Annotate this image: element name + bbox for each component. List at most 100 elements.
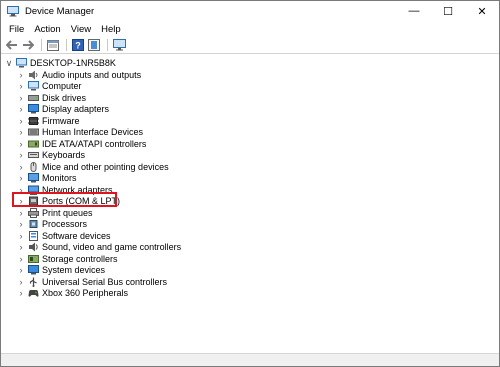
sound-icon bbox=[28, 242, 39, 252]
status-bar bbox=[1, 353, 499, 366]
tree-item-label: Disk drives bbox=[42, 92, 87, 103]
menu-view[interactable]: View bbox=[67, 24, 95, 35]
mouse-icon bbox=[28, 161, 39, 172]
tree-category-item[interactable]: › Disk drives bbox=[16, 92, 87, 104]
tree-category-item[interactable]: › Audio inputs and outputs bbox=[16, 69, 142, 81]
disk-drive-icon bbox=[28, 93, 39, 103]
monitor-icon bbox=[28, 173, 39, 183]
chevron-right-icon[interactable]: › bbox=[16, 218, 26, 230]
tree-item-label: Monitors bbox=[42, 173, 77, 183]
tree-item-label: Firmware bbox=[42, 115, 80, 126]
tree-item-label: DESKTOP-1NR5B8K bbox=[30, 58, 116, 68]
tree-category-item[interactable]: › Human Interface Devices bbox=[16, 126, 144, 138]
highlight-box-ports bbox=[12, 192, 117, 207]
chevron-right-icon[interactable]: › bbox=[16, 149, 26, 161]
maximize-button[interactable]: ☐ bbox=[431, 1, 465, 21]
display-adapter-icon bbox=[28, 104, 39, 114]
tree-item-label: Human Interface Devices bbox=[42, 127, 144, 137]
tree-item-label: Storage controllers bbox=[42, 253, 118, 264]
tree-item-label: Computer bbox=[42, 81, 82, 91]
tree-category-item[interactable]: › Xbox 360 Peripherals bbox=[16, 287, 129, 299]
minimize-icon: — bbox=[408, 5, 420, 17]
chevron-right-icon[interactable]: › bbox=[16, 207, 26, 219]
chevron-right-icon[interactable]: › bbox=[16, 126, 26, 138]
ide-controller-icon bbox=[28, 139, 39, 149]
tree-item-label: Processors bbox=[42, 219, 88, 229]
tree-category-item[interactable]: › Keyboards bbox=[16, 149, 86, 161]
tree-category-item[interactable]: › Sound, video and game controllers bbox=[16, 241, 182, 253]
chevron-right-icon[interactable]: › bbox=[16, 103, 26, 115]
software-device-icon bbox=[28, 230, 39, 241]
close-button[interactable]: ✕ bbox=[465, 1, 499, 21]
keyboard-icon bbox=[28, 150, 39, 160]
tree-category-item[interactable]: › Computer bbox=[16, 80, 82, 92]
tree-category-item[interactable]: › Firmware bbox=[16, 115, 80, 127]
chevron-right-icon[interactable]: › bbox=[16, 69, 26, 81]
tree-item-label: Display adapters bbox=[42, 104, 110, 114]
tree-item-label: Mice and other pointing devices bbox=[42, 161, 169, 172]
tree-item-label: Software devices bbox=[42, 230, 111, 241]
chevron-right-icon[interactable]: › bbox=[16, 138, 26, 150]
tree-category-item[interactable]: › Software devices bbox=[16, 230, 111, 242]
tree-category-item[interactable]: › Universal Serial Bus controllers bbox=[16, 276, 167, 288]
chevron-right-icon[interactable]: › bbox=[16, 92, 26, 104]
storage-controller-icon bbox=[28, 254, 39, 264]
chevron-right-icon[interactable]: › bbox=[16, 253, 26, 265]
tree-item-label: Keyboards bbox=[42, 150, 86, 160]
toolbar-separator bbox=[41, 39, 42, 51]
chevron-right-icon[interactable]: › bbox=[16, 264, 26, 276]
tree-item-label: IDE ATA/ATAPI controllers bbox=[42, 138, 147, 149]
toolbar-separator bbox=[66, 39, 67, 51]
gamepad-icon bbox=[28, 288, 39, 298]
tree-category-item[interactable]: › Processors bbox=[16, 218, 88, 230]
tree-category-item[interactable]: › Monitors bbox=[16, 172, 77, 184]
maximize-icon: ☐ bbox=[443, 5, 453, 18]
svg-text:?: ? bbox=[75, 41, 81, 51]
chevron-right-icon[interactable]: › bbox=[16, 276, 26, 288]
tree-category-item[interactable]: › Print queues bbox=[16, 207, 93, 219]
tree-item-label: Xbox 360 Peripherals bbox=[42, 288, 129, 298]
minimize-button[interactable]: — bbox=[397, 1, 431, 21]
device-manager-window: Device Manager — ☐ ✕ File Action View He… bbox=[0, 0, 500, 367]
firmware-icon bbox=[28, 116, 39, 126]
chevron-right-icon[interactable]: › bbox=[16, 287, 26, 299]
processor-icon bbox=[28, 219, 39, 229]
tree-category-item[interactable]: › Display adapters bbox=[16, 103, 109, 115]
menu-help[interactable]: Help bbox=[97, 24, 125, 35]
computer-icon bbox=[28, 81, 39, 91]
device-tree[interactable]: ∨ DESKTOP-1NR5B8K › Audio inputs and output… bbox=[1, 53, 499, 354]
title-bar[interactable]: Device Manager — ☐ ✕ bbox=[1, 1, 499, 21]
menu-action[interactable]: Action bbox=[30, 24, 64, 35]
tree-category-item[interactable]: › System devices bbox=[16, 264, 105, 276]
tree-item-label: Audio inputs and outputs bbox=[42, 69, 142, 80]
computer-icon bbox=[16, 58, 27, 68]
usb-icon bbox=[28, 277, 39, 287]
update-driver-icon[interactable] bbox=[87, 38, 101, 52]
speaker-icon bbox=[28, 70, 39, 80]
chevron-right-icon[interactable]: › bbox=[16, 172, 26, 184]
properties-icon[interactable] bbox=[46, 38, 60, 52]
chevron-right-icon[interactable]: › bbox=[16, 241, 26, 253]
tree-item-label: Sound, video and game controllers bbox=[42, 242, 182, 252]
forward-arrow-icon[interactable] bbox=[21, 38, 35, 52]
close-icon: ✕ bbox=[477, 5, 487, 18]
monitor-icon[interactable] bbox=[112, 38, 126, 52]
back-arrow-icon[interactable] bbox=[5, 38, 19, 52]
tree-category-item[interactable]: › IDE ATA/ATAPI controllers bbox=[16, 138, 147, 150]
hid-icon bbox=[28, 127, 39, 137]
chevron-right-icon[interactable]: › bbox=[16, 115, 26, 127]
menu-file[interactable]: File bbox=[5, 24, 28, 35]
tree-item-label: Universal Serial Bus controllers bbox=[42, 276, 168, 287]
printer-icon bbox=[28, 207, 39, 218]
chevron-down-icon[interactable]: ∨ bbox=[4, 57, 14, 69]
chevron-right-icon[interactable]: › bbox=[16, 80, 26, 92]
help-icon[interactable]: ? bbox=[71, 38, 85, 52]
tree-category-item[interactable]: › Mice and other pointing devices bbox=[16, 161, 169, 173]
chevron-right-icon[interactable]: › bbox=[16, 230, 26, 242]
tree-item-label: System devices bbox=[42, 265, 106, 275]
tree-root-node[interactable]: ∨ DESKTOP-1NR5B8K bbox=[4, 57, 116, 69]
chevron-right-icon[interactable]: › bbox=[16, 161, 26, 173]
tree-category-item[interactable]: › Storage controllers bbox=[16, 253, 118, 265]
toolbar-separator bbox=[107, 39, 108, 51]
device-manager-icon bbox=[7, 5, 19, 17]
